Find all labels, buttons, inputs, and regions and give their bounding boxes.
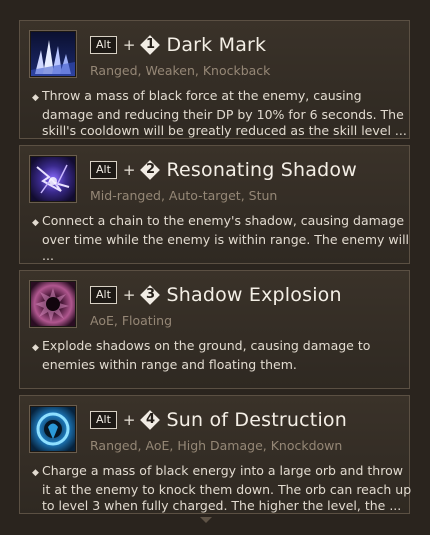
skill-description: ◆ Charge a mass of black energy into a la… (32, 463, 412, 513)
plus-sign: + (122, 36, 136, 54)
skill-card-sun-of-destruction[interactable]: Alt + 4 Sun of Destruction Ranged, AoE, … (19, 395, 411, 514)
plus-sign: + (122, 411, 136, 429)
skill-name: Dark Mark (166, 34, 267, 56)
skill-card-resonating-shadow[interactable]: Alt + 2 Resonating Shadow Mid-ranged, Au… (19, 145, 410, 264)
skill-name: Resonating Shadow (166, 159, 357, 181)
number-key-badge: 4 (140, 410, 161, 430)
alt-key: Alt (90, 36, 117, 54)
skill-card-shadow-explosion[interactable]: Alt + 3 Shadow Explosion AoE, Floating ◆… (19, 270, 410, 389)
skill-name: Sun of Destruction (166, 409, 347, 431)
skill-tags: Ranged, AoE, High Damage, Knockdown (90, 438, 343, 453)
skill-name: Shadow Explosion (166, 284, 342, 306)
plus-sign: + (122, 161, 136, 179)
hotkey-combo: Alt + 2 Resonating Shadow (90, 159, 357, 181)
hotkey-combo: Alt + 3 Shadow Explosion (90, 284, 342, 306)
plus-sign: + (122, 286, 136, 304)
number-key-badge: 1 (140, 35, 161, 55)
skill-description: ◆ Connect a chain to the enemy's shadow, … (32, 213, 410, 263)
alt-key: Alt (90, 161, 117, 179)
skill-description: ◆ Throw a mass of black force at the enem… (32, 88, 407, 138)
bullet-icon: ◆ (32, 343, 39, 353)
bullet-icon: ◆ (32, 93, 39, 103)
alt-key: Alt (90, 286, 117, 304)
number-key-badge: 3 (140, 285, 161, 305)
hotkey-combo: Alt + 1 Dark Mark (90, 34, 266, 56)
skill-description: ◆ Explode shadows on the ground, causing … (32, 338, 371, 372)
skill-tags: AoE, Floating (90, 313, 173, 328)
skill-card-dark-mark[interactable]: Alt + 1 Dark Mark Ranged, Weaken, Knockb… (19, 20, 410, 139)
bullet-icon: ◆ (32, 468, 39, 478)
number-key-badge: 2 (140, 160, 161, 180)
bullet-icon: ◆ (32, 218, 39, 228)
shadow-explosion-skill-icon (30, 281, 76, 327)
dark-mark-skill-icon (30, 31, 76, 77)
sun-of-destruction-skill-icon (30, 406, 76, 452)
skill-tags: Ranged, Weaken, Knockback (90, 63, 271, 78)
resonating-shadow-skill-icon (30, 156, 76, 202)
hotkey-combo: Alt + 4 Sun of Destruction (90, 409, 347, 431)
skill-tags: Mid-ranged, Auto-target, Stun (90, 188, 278, 203)
scroll-down-arrow-icon[interactable] (200, 517, 212, 523)
alt-key: Alt (90, 411, 117, 429)
